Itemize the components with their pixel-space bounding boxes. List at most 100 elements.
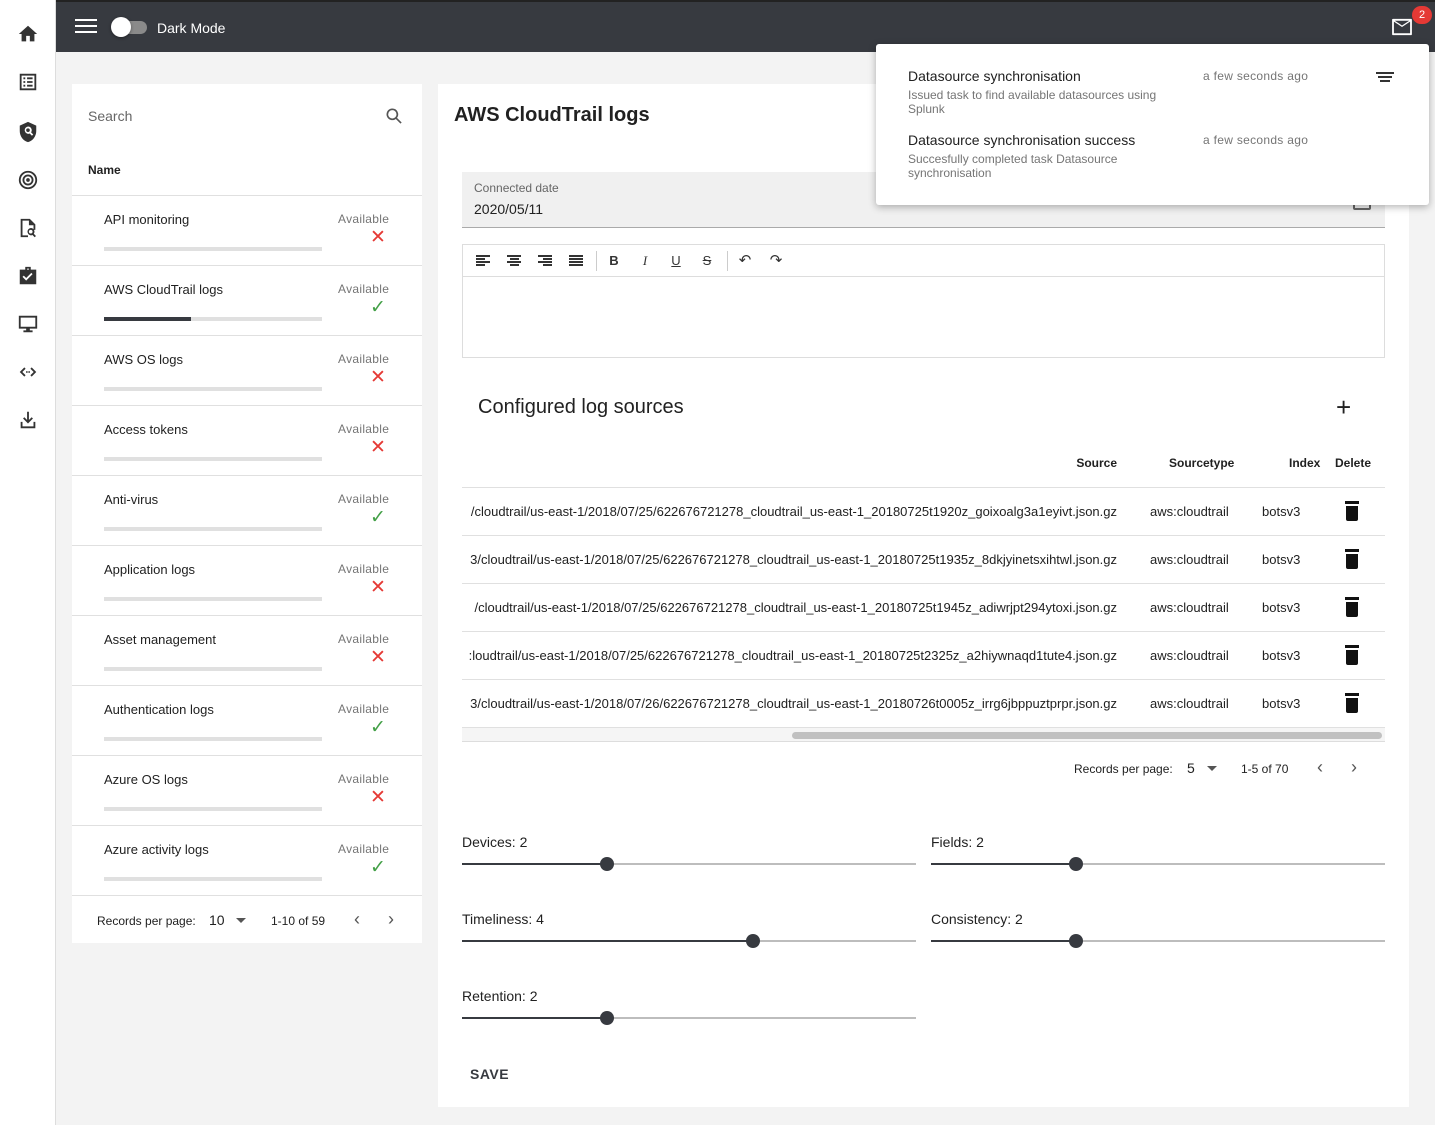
column-header-source[interactable]: Source bbox=[1076, 456, 1117, 470]
table-row: 3/cloudtrail/us-east-1/2018/07/25/622676… bbox=[462, 536, 1385, 584]
delete-icon[interactable] bbox=[1344, 693, 1360, 713]
slider-label: Consistency: 2 bbox=[931, 911, 1023, 927]
search-icon[interactable] bbox=[384, 106, 404, 126]
chevron-left-icon[interactable]: ‹ bbox=[347, 909, 367, 929]
availability-label: Available bbox=[338, 352, 390, 366]
datasource-list: Search Name API monitoring Available ✕ AWS … bbox=[72, 84, 422, 943]
strikethrough-icon[interactable]: S bbox=[697, 251, 717, 271]
list-item[interactable]: Access tokens Available ✕ bbox=[72, 405, 422, 475]
slider-thumb[interactable] bbox=[745, 934, 760, 948]
progress-bar bbox=[104, 457, 322, 461]
index-cell: botsv3 bbox=[1262, 648, 1301, 663]
align-justify-icon[interactable] bbox=[566, 251, 586, 271]
availability-label: Available bbox=[338, 702, 390, 716]
progress-bar bbox=[104, 737, 322, 741]
list-item[interactable]: API monitoring Available ✕ bbox=[72, 195, 422, 265]
code-arrows-icon[interactable] bbox=[15, 359, 41, 385]
list-item[interactable]: Anti-virus Available ✓ bbox=[72, 475, 422, 545]
delete-icon[interactable] bbox=[1344, 645, 1360, 665]
datasource-name: Authentication logs bbox=[104, 702, 214, 717]
quality-slider[interactable]: Retention: 2 bbox=[462, 988, 916, 1038]
notification-body: Issued task to find available datasource… bbox=[908, 88, 1157, 116]
shield-search-icon[interactable] bbox=[15, 119, 41, 145]
chevron-down-icon[interactable] bbox=[1207, 766, 1217, 771]
slider-thumb[interactable] bbox=[1069, 934, 1084, 948]
rows-per-page-select[interactable]: 5 bbox=[1187, 760, 1195, 776]
slider-fill bbox=[931, 940, 1077, 942]
horizontal-scrollbar[interactable] bbox=[462, 728, 1385, 742]
mail-icon[interactable] bbox=[1391, 18, 1413, 36]
notification-item[interactable]: Datasource synchronisation success Succes… bbox=[908, 132, 1188, 180]
editor-toolbar: B I U S ↶ ↷ bbox=[463, 245, 1384, 277]
delete-icon[interactable] bbox=[1344, 549, 1360, 569]
delete-icon[interactable] bbox=[1344, 597, 1360, 617]
slider-thumb[interactable] bbox=[600, 857, 615, 871]
slider-thumb[interactable] bbox=[1069, 857, 1084, 871]
chevron-down-icon[interactable] bbox=[236, 918, 246, 923]
rows-per-page-select[interactable]: 10 bbox=[209, 912, 225, 928]
undo-icon[interactable]: ↶ bbox=[735, 251, 755, 271]
rich-text-editor[interactable]: B I U S ↶ ↷ bbox=[462, 244, 1385, 358]
index-cell: botsv3 bbox=[1262, 696, 1301, 711]
quality-slider[interactable]: Timeliness: 4 bbox=[462, 911, 916, 961]
menu-icon[interactable] bbox=[75, 16, 97, 38]
notification-title: Datasource synchronisation bbox=[908, 68, 1081, 84]
notification-item[interactable]: Datasource synchronisation Issued task to… bbox=[908, 68, 1188, 116]
page-range: 1-5 of 70 bbox=[1241, 762, 1289, 776]
quality-slider[interactable]: Fields: 2 bbox=[931, 834, 1385, 884]
notification-time: a few seconds ago bbox=[1203, 133, 1309, 147]
table-row: /cloudtrail/us-east-1/2018/07/25/6226767… bbox=[462, 488, 1385, 536]
clear-all-icon[interactable] bbox=[1376, 72, 1394, 84]
column-header-name[interactable]: Name bbox=[88, 163, 121, 177]
slider-fill bbox=[462, 863, 608, 865]
align-right-icon[interactable] bbox=[535, 251, 555, 271]
briefcase-check-icon[interactable] bbox=[15, 263, 41, 289]
page-title: AWS CloudTrail logs bbox=[454, 104, 650, 126]
availability-label: Available bbox=[338, 212, 390, 226]
monitor-icon[interactable] bbox=[15, 311, 41, 337]
target-icon[interactable] bbox=[15, 167, 41, 193]
dark-mode-label: Dark Mode bbox=[157, 20, 226, 36]
home-icon[interactable] bbox=[15, 21, 41, 47]
connected-date-value[interactable]: 2020/05/11 bbox=[474, 201, 543, 217]
chevron-right-icon[interactable]: › bbox=[381, 909, 401, 929]
list-item[interactable]: Asset management Available ✕ bbox=[72, 615, 422, 685]
list-item[interactable]: Azure OS logs Available ✕ bbox=[72, 755, 422, 825]
file-search-icon[interactable] bbox=[15, 215, 41, 241]
quality-slider[interactable]: Consistency: 2 bbox=[931, 911, 1385, 961]
download-icon[interactable] bbox=[15, 407, 41, 433]
delete-icon[interactable] bbox=[1344, 501, 1360, 521]
table-row: /cloudtrail/us-east-1/2018/07/25/6226767… bbox=[462, 584, 1385, 632]
page-range: 1-10 of 59 bbox=[271, 914, 326, 928]
close-icon: ✕ bbox=[370, 227, 386, 248]
table-pagination: Records per page: 5 1-5 of 70 ‹ › bbox=[462, 744, 1385, 792]
align-left-icon[interactable] bbox=[473, 251, 493, 271]
slider-label: Retention: 2 bbox=[462, 988, 538, 1004]
list-item[interactable]: Azure activity logs Available ✓ bbox=[72, 825, 422, 895]
redo-icon[interactable]: ↷ bbox=[766, 251, 786, 271]
chevron-right-icon[interactable]: › bbox=[1344, 757, 1364, 777]
column-header-sourcetype[interactable]: Sourcetype bbox=[1169, 456, 1234, 470]
bold-icon[interactable]: B bbox=[604, 251, 624, 271]
save-button[interactable]: SAVE bbox=[462, 1062, 517, 1086]
toolbar-divider bbox=[596, 251, 597, 271]
search-input[interactable]: Search bbox=[88, 108, 132, 124]
list-item[interactable]: Application logs Available ✕ bbox=[72, 545, 422, 615]
sourcetype-cell: aws:cloudtrail bbox=[1150, 504, 1229, 519]
list-item[interactable]: Authentication logs Available ✓ bbox=[72, 685, 422, 755]
underline-icon[interactable]: U bbox=[666, 251, 686, 271]
quality-slider[interactable]: Devices: 2 bbox=[462, 834, 916, 884]
list-pagination: Records per page: 10 1-10 of 59 ‹ › bbox=[72, 895, 422, 943]
dark-mode-toggle[interactable] bbox=[111, 17, 147, 37]
chevron-left-icon[interactable]: ‹ bbox=[1310, 757, 1330, 777]
align-center-icon[interactable] bbox=[504, 251, 524, 271]
add-log-source-icon[interactable]: + bbox=[1336, 394, 1351, 420]
slider-thumb[interactable] bbox=[600, 1011, 615, 1025]
scrollbar-thumb[interactable] bbox=[792, 732, 1382, 739]
list-item[interactable]: AWS OS logs Available ✕ bbox=[72, 335, 422, 405]
italic-icon[interactable]: I bbox=[635, 251, 655, 271]
list-item[interactable]: AWS CloudTrail logs Available ✓ bbox=[72, 265, 422, 335]
connected-date-label: Connected date bbox=[474, 181, 559, 195]
column-header-index[interactable]: Index bbox=[1289, 456, 1320, 470]
list-icon[interactable] bbox=[15, 69, 41, 95]
